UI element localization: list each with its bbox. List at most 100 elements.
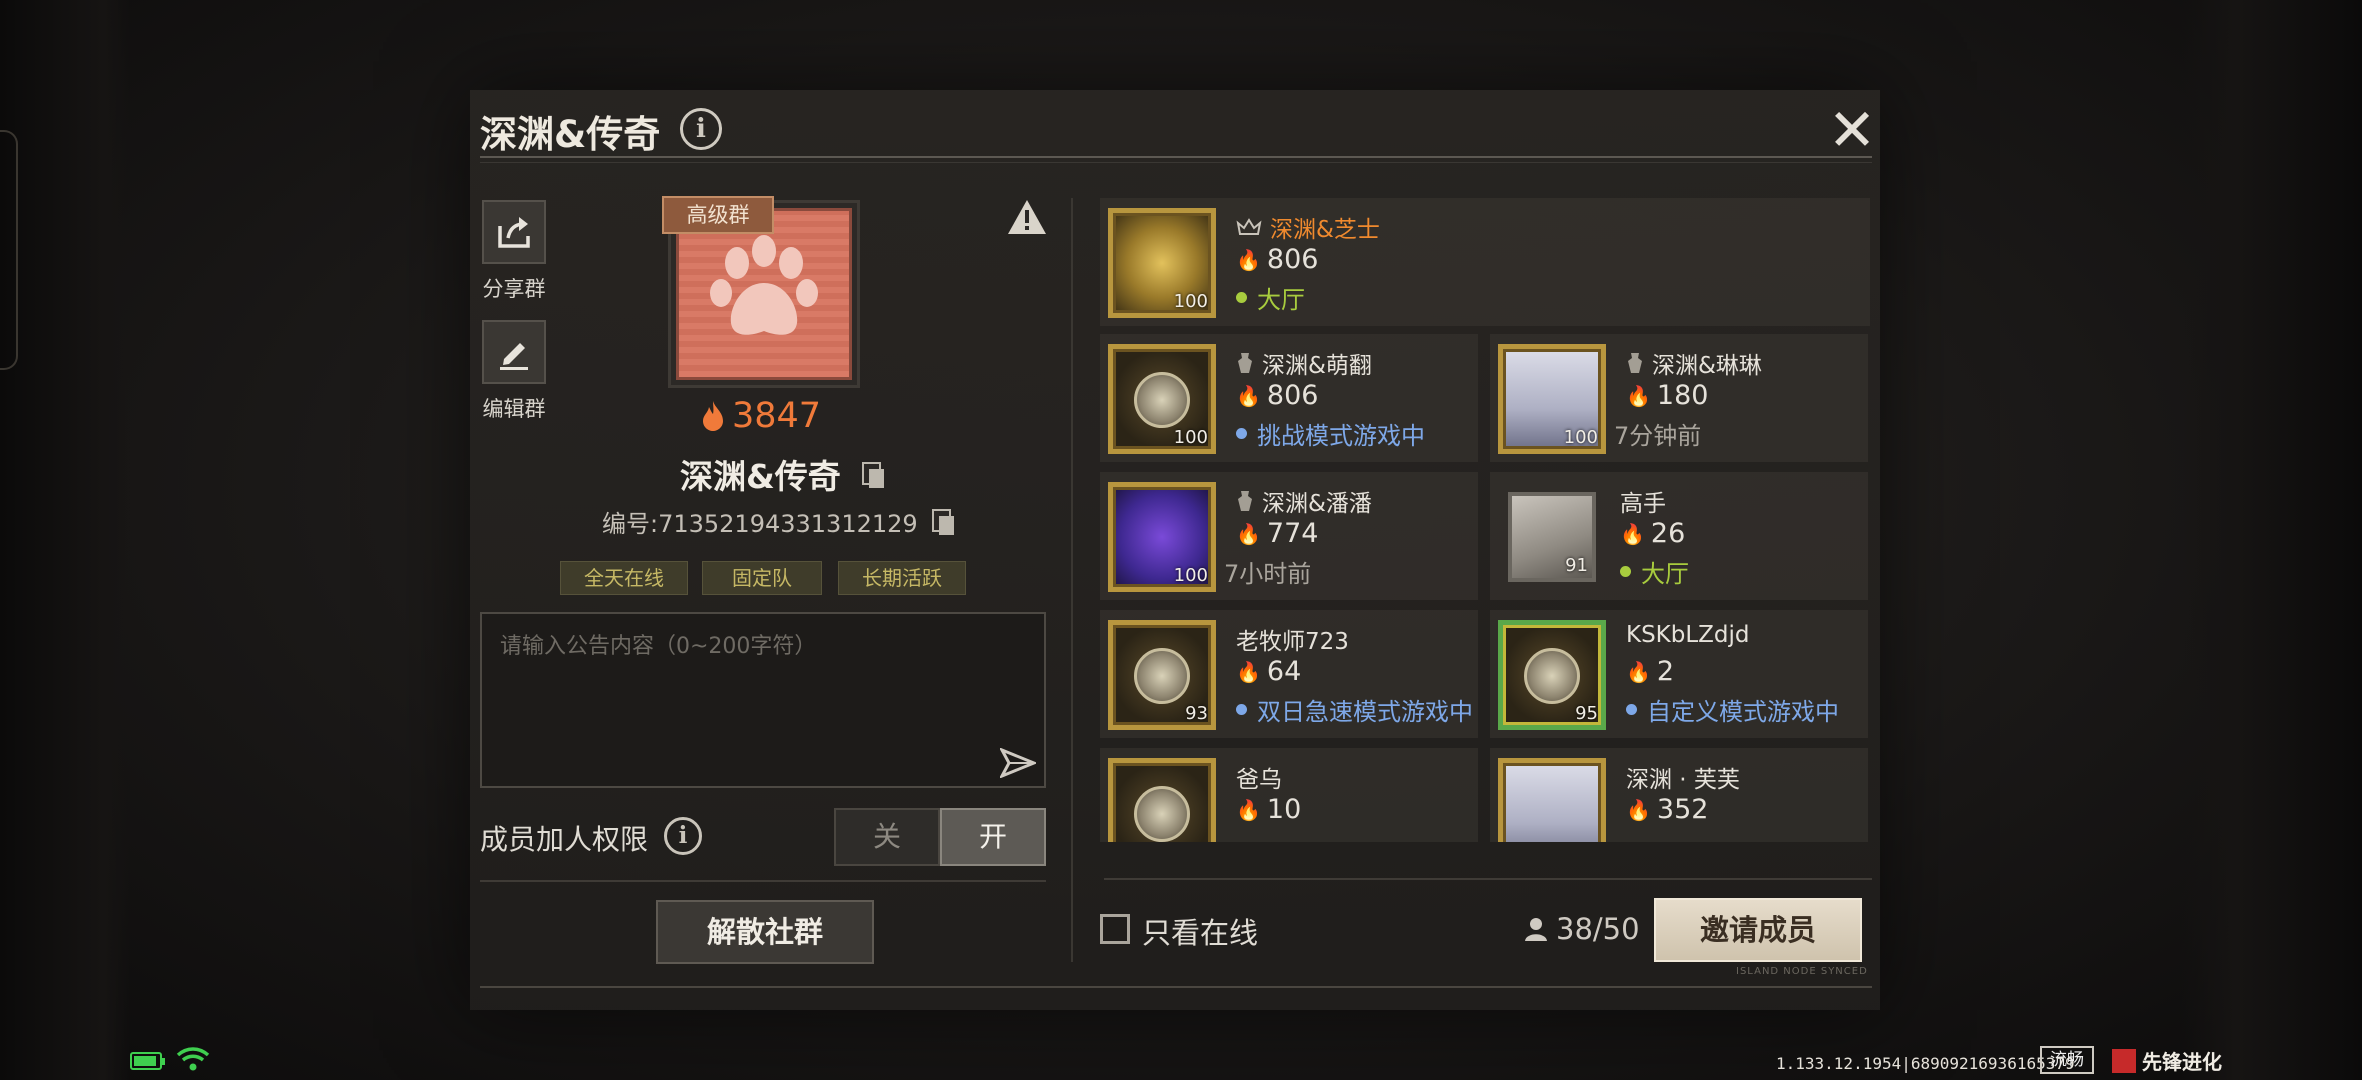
announcement-input[interactable] <box>482 614 1044 786</box>
group-name-text: 深渊&传奇 <box>680 457 841 496</box>
wifi-icon <box>176 1047 210 1071</box>
member-card[interactable]: 95 KSKbLZdjd 🔥 2 自定义模式游戏中 <box>1490 610 1868 738</box>
member-card[interactable]: 91 高手 🔥 26 大厅 <box>1490 472 1868 600</box>
close-icon[interactable]: ✕ <box>1824 101 1880 160</box>
member-status: 挑战模式游戏中 <box>1236 416 1425 451</box>
edit-icon <box>500 343 528 370</box>
title-divider <box>480 156 1872 158</box>
rank-icon <box>1238 491 1252 511</box>
screen-edge-right <box>2182 0 2362 1080</box>
info-icon[interactable]: i <box>680 108 722 150</box>
member-count: 38/50 <box>1524 912 1640 946</box>
online-only-checkbox[interactable] <box>1100 914 1130 944</box>
member-name: 深渊&琳琳 <box>1626 346 1762 380</box>
member-avatar <box>1108 758 1216 842</box>
edit-group-button[interactable] <box>482 320 546 384</box>
member-name: 深渊&芝士 <box>1236 210 1380 244</box>
member-avatar: 93 <box>1108 620 1216 730</box>
member-card[interactable]: 93 老牧师723 🔥 64 双日急速模式游戏中 <box>1100 610 1478 738</box>
member-heat: 🔥 10 <box>1236 794 1302 825</box>
network-quality-badge: 流畅 <box>2040 1046 2094 1074</box>
share-group-label: 分享群 <box>482 277 546 301</box>
member-name: 爸乌 <box>1236 767 1282 793</box>
member-card[interactable]: 深渊 · 芙芙 🔥 352 <box>1490 748 1868 842</box>
rank-icon <box>1238 353 1252 373</box>
member-status: 双日急速模式游戏中 <box>1236 692 1473 727</box>
member-heat: 🔥 806 <box>1236 244 1319 275</box>
join-permission-label: 成员加人权限 <box>480 823 649 856</box>
battery-icon <box>130 1052 165 1070</box>
fire-icon: 🔥 <box>1626 383 1651 408</box>
member-avatar: 100 <box>1498 344 1606 454</box>
info-icon[interactable]: i <box>664 817 702 855</box>
member-heat: 🔥 352 <box>1626 794 1709 825</box>
member-card[interactable]: 爸乌 🔥 10 <box>1100 748 1478 842</box>
share-group-button[interactable] <box>482 200 546 264</box>
online-only-label: 只看在线 <box>1142 916 1259 950</box>
footer-tiny-text: ISLAND NODE SYNCED <box>1736 966 1868 977</box>
column-divider <box>1071 198 1073 962</box>
edit-group-label: 编辑群 <box>482 397 546 421</box>
member-avatar: 100 <box>1108 344 1216 454</box>
copy-icon[interactable] <box>931 508 954 535</box>
share-icon <box>498 217 530 248</box>
member-level: 100 <box>1173 565 1208 586</box>
invite-members-button[interactable]: 邀请成员 <box>1654 898 1862 962</box>
group-tag: 固定队 <box>702 561 822 595</box>
member-status: 7小时前 <box>1224 560 1312 588</box>
permission-on-option[interactable]: 开 <box>940 808 1046 866</box>
member-name: 高手 <box>1620 491 1666 517</box>
member-card[interactable]: 100 深渊&萌翻 🔥 806 挑战模式游戏中 <box>1100 334 1478 462</box>
group-heat: 3847 <box>700 396 830 436</box>
group-id-text: 编号:71352194331312129 <box>602 510 918 538</box>
copy-icon[interactable] <box>862 462 885 488</box>
fire-icon: 🔥 <box>1620 521 1645 546</box>
paw-icon <box>710 235 818 335</box>
member-level: 95 <box>1575 703 1598 724</box>
fire-icon: 🔥 <box>1236 383 1261 408</box>
version-text: 1.133.12.1954|68909216936165379 <box>1776 1054 2075 1073</box>
warning-icon[interactable] <box>1006 198 1048 236</box>
group-tag: 全天在线 <box>560 561 688 595</box>
member-card[interactable]: 100 深渊&琳琳 🔥 180 7分钟前 <box>1490 334 1868 462</box>
member-name: 深渊 · 芙芙 <box>1626 767 1740 793</box>
edge-tab <box>0 130 18 370</box>
member-name: 深渊&萌翻 <box>1236 346 1372 380</box>
member-level: 91 <box>1565 555 1588 576</box>
fire-icon: 🔥 <box>1236 247 1261 272</box>
member-name: KSKbLZdjd <box>1626 622 1750 648</box>
member-status: 7分钟前 <box>1614 422 1702 450</box>
member-avatar: 95 <box>1498 620 1606 730</box>
member-level: 100 <box>1173 427 1208 448</box>
crown-icon <box>1236 218 1262 235</box>
permission-off-option[interactable]: 关 <box>834 808 940 866</box>
member-status: 自定义模式游戏中 <box>1626 692 1839 727</box>
group-name: 深渊&传奇 <box>680 450 885 498</box>
member-level: 93 <box>1185 703 1208 724</box>
member-heat: 🔥 180 <box>1626 380 1709 411</box>
rank-icon <box>1628 353 1642 373</box>
screen-edge-left <box>0 0 130 1080</box>
fire-icon: 🔥 <box>1236 521 1261 546</box>
fire-icon: 🔥 <box>1626 659 1651 684</box>
game-logo: 先锋进化 <box>2112 1046 2222 1075</box>
member-card[interactable]: 100 深渊&芝士 🔥 806 大厅 <box>1100 198 1870 326</box>
member-name: 老牧师723 <box>1236 629 1349 655</box>
title-divider-shadow <box>480 162 1872 163</box>
member-level: 100 <box>1563 427 1598 448</box>
premium-group-badge: 高级群 <box>662 196 774 234</box>
person-icon <box>1525 918 1547 941</box>
send-icon[interactable] <box>1000 748 1036 778</box>
fire-icon: 🔥 <box>1236 797 1261 822</box>
page-title: 深渊&传奇 <box>480 113 661 156</box>
member-status: 大厅 <box>1236 280 1305 315</box>
disband-group-button[interactable]: 解散社群 <box>656 900 874 964</box>
member-name: 深渊&潘潘 <box>1236 484 1372 518</box>
member-heat: 🔥 774 <box>1236 518 1319 549</box>
group-heat-value: 3847 <box>732 396 822 436</box>
member-heat: 🔥 26 <box>1620 518 1686 549</box>
member-status: 大厅 <box>1620 554 1689 589</box>
member-card[interactable]: 100 深渊&潘潘 🔥 774 7小时前 <box>1100 472 1478 600</box>
left-divider <box>480 880 1046 882</box>
announcement-box <box>480 612 1046 788</box>
